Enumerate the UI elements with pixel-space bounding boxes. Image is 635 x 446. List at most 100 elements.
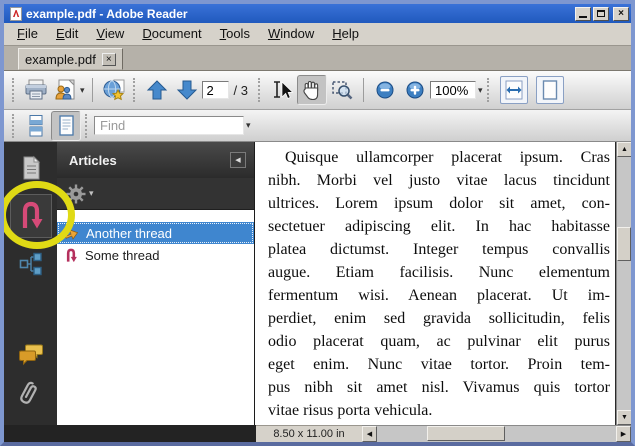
close-icon: × [106, 54, 112, 65]
close-button[interactable]: × [613, 7, 629, 21]
toolbar-grip[interactable] [258, 78, 261, 102]
menu-file[interactable]: File [8, 23, 47, 45]
select-tool-icon [270, 78, 294, 102]
marquee-zoom-icon [330, 78, 354, 102]
panel-title: Articles [69, 153, 230, 168]
hand-tool-button[interactable] [297, 75, 327, 105]
maximize-button[interactable] [593, 7, 609, 21]
zoom-level-input[interactable] [430, 81, 476, 99]
article-thread-icon [64, 248, 78, 263]
toolbar-grip[interactable] [487, 78, 490, 102]
tab-close-button[interactable]: × [102, 53, 116, 66]
menu-window[interactable]: Window [259, 23, 323, 45]
document-text-line: sectetuer adipiscing elit. In hac habita… [268, 215, 610, 238]
comments-icon [18, 343, 44, 367]
scrolling-mode-button[interactable] [21, 111, 51, 141]
model-tree-panel-button[interactable] [18, 251, 44, 277]
page-content: Quisque ullamcorper placerat ipsum. Cras… [255, 142, 615, 422]
toolbar-grip[interactable] [12, 114, 15, 138]
fit-width-icon [503, 79, 525, 101]
zoom-out-button[interactable] [370, 75, 400, 105]
page-total-label: / 3 [234, 83, 248, 98]
document-text-line: vitae risus porta vehicula. [268, 399, 610, 422]
document-text-line: odio placerat quam, ac pulvinar elit pur… [268, 330, 610, 353]
articles-panel-button[interactable] [10, 194, 52, 238]
menu-view[interactable]: View [87, 23, 133, 45]
acrobat-com-button[interactable] [99, 75, 129, 105]
article-thread-list: Another thread Some thread [57, 210, 254, 425]
horizontal-scroll-thumb[interactable] [427, 426, 505, 441]
options-dropdown-icon[interactable]: ▾ [89, 188, 94, 199]
model-tree-icon [18, 251, 44, 277]
page-number-input[interactable] [202, 81, 229, 99]
dropdown-icon: ▾ [80, 85, 85, 96]
pages-icon [18, 154, 44, 182]
vertical-scroll-track[interactable] [617, 157, 631, 410]
adobe-reader-window: example.pdf - Adobe Reader × File Edit V… [0, 0, 635, 446]
document-text-line: eget enim. Nunc vitae tortor. Proin tem- [268, 353, 610, 376]
scroll-right-button[interactable]: ▶ [616, 426, 631, 442]
toolbar-separator [92, 78, 93, 102]
main-toolbar: ▾ / 3 [4, 71, 631, 110]
marquee-zoom-button[interactable] [327, 75, 357, 105]
articles-panel-header: Articles ◀ [57, 142, 254, 178]
collapse-panel-button[interactable]: ◀ [230, 152, 246, 168]
gear-icon[interactable] [66, 184, 86, 204]
toolbar-grip[interactable] [12, 78, 15, 102]
next-page-button[interactable] [172, 75, 202, 105]
menu-edit[interactable]: Edit [47, 23, 87, 45]
arrow-up-icon [146, 79, 168, 101]
tab-label: example.pdf [25, 52, 96, 67]
list-item-some-thread[interactable]: Some thread [57, 244, 254, 266]
fit-page-icon [539, 79, 561, 101]
scroll-down-button[interactable]: ▼ [617, 410, 632, 425]
printer-icon [23, 78, 49, 102]
toolbar-grip[interactable] [133, 78, 136, 102]
find-dropdown-icon[interactable]: ▾ [246, 120, 251, 131]
document-text-line: Quisque ullamcorper placerat ipsum. Cras [268, 146, 610, 169]
fit-page-button[interactable] [536, 76, 564, 104]
globe-star-icon [101, 78, 127, 102]
fit-width-button[interactable] [500, 76, 528, 104]
toolbar-separator [363, 78, 364, 102]
select-tool-button[interactable] [267, 75, 297, 105]
attachments-panel-button[interactable] [18, 381, 44, 409]
menu-help[interactable]: Help [323, 23, 368, 45]
single-page-mode-button[interactable] [51, 111, 81, 141]
document-text-line: augue. Etiam facilisis. Nunc elementum [268, 261, 610, 284]
articles-options-toolbar: ▾ [57, 178, 254, 210]
minimize-button[interactable] [575, 7, 591, 21]
document-text-line: ultrices. Lorem ipsum dolor sit amet, co… [268, 192, 610, 215]
zoom-dropdown-icon[interactable]: ▾ [478, 85, 483, 96]
comments-panel-button[interactable] [18, 343, 44, 367]
horizontal-scroll-track[interactable] [377, 426, 616, 442]
statusbar-panel-filler [4, 425, 256, 442]
share-button[interactable]: ▾ [51, 75, 86, 105]
scroll-up-button[interactable]: ▲ [617, 142, 632, 157]
paperclip-icon [18, 381, 44, 409]
list-item-another-thread[interactable]: Another thread [57, 222, 254, 244]
horizontal-scrollbar[interactable]: ◀ ▶ [362, 425, 631, 442]
scroll-up-icon: ▲ [621, 146, 628, 153]
zoom-in-button[interactable] [400, 75, 430, 105]
hand-tool-icon [300, 78, 324, 102]
document-tab[interactable]: example.pdf × [18, 48, 123, 70]
menu-document[interactable]: Document [133, 23, 210, 45]
tab-strip: example.pdf × [4, 46, 631, 71]
status-bar: 8.50 x 11.00 in ◀ ▶ [4, 425, 631, 442]
minimize-icon [579, 16, 587, 18]
find-input[interactable] [94, 116, 244, 135]
scroll-left-button[interactable]: ◀ [362, 426, 377, 442]
previous-page-button[interactable] [142, 75, 172, 105]
document-text-line: pus nibh sit amet nisl. Vivamus quis tor… [268, 376, 610, 399]
close-icon: × [618, 8, 624, 19]
page-size-label: 8.50 x 11.00 in [256, 425, 362, 442]
pages-panel-button[interactable] [18, 154, 44, 182]
document-view[interactable]: Quisque ullamcorper placerat ipsum. Cras… [255, 142, 616, 425]
zoom-in-icon [405, 80, 425, 100]
print-button[interactable] [21, 75, 51, 105]
toolbar-grip[interactable] [85, 114, 88, 138]
menu-tools[interactable]: Tools [211, 23, 259, 45]
vertical-scroll-thumb[interactable] [617, 227, 631, 261]
vertical-scrollbar[interactable]: ▲ ▼ [616, 142, 631, 425]
